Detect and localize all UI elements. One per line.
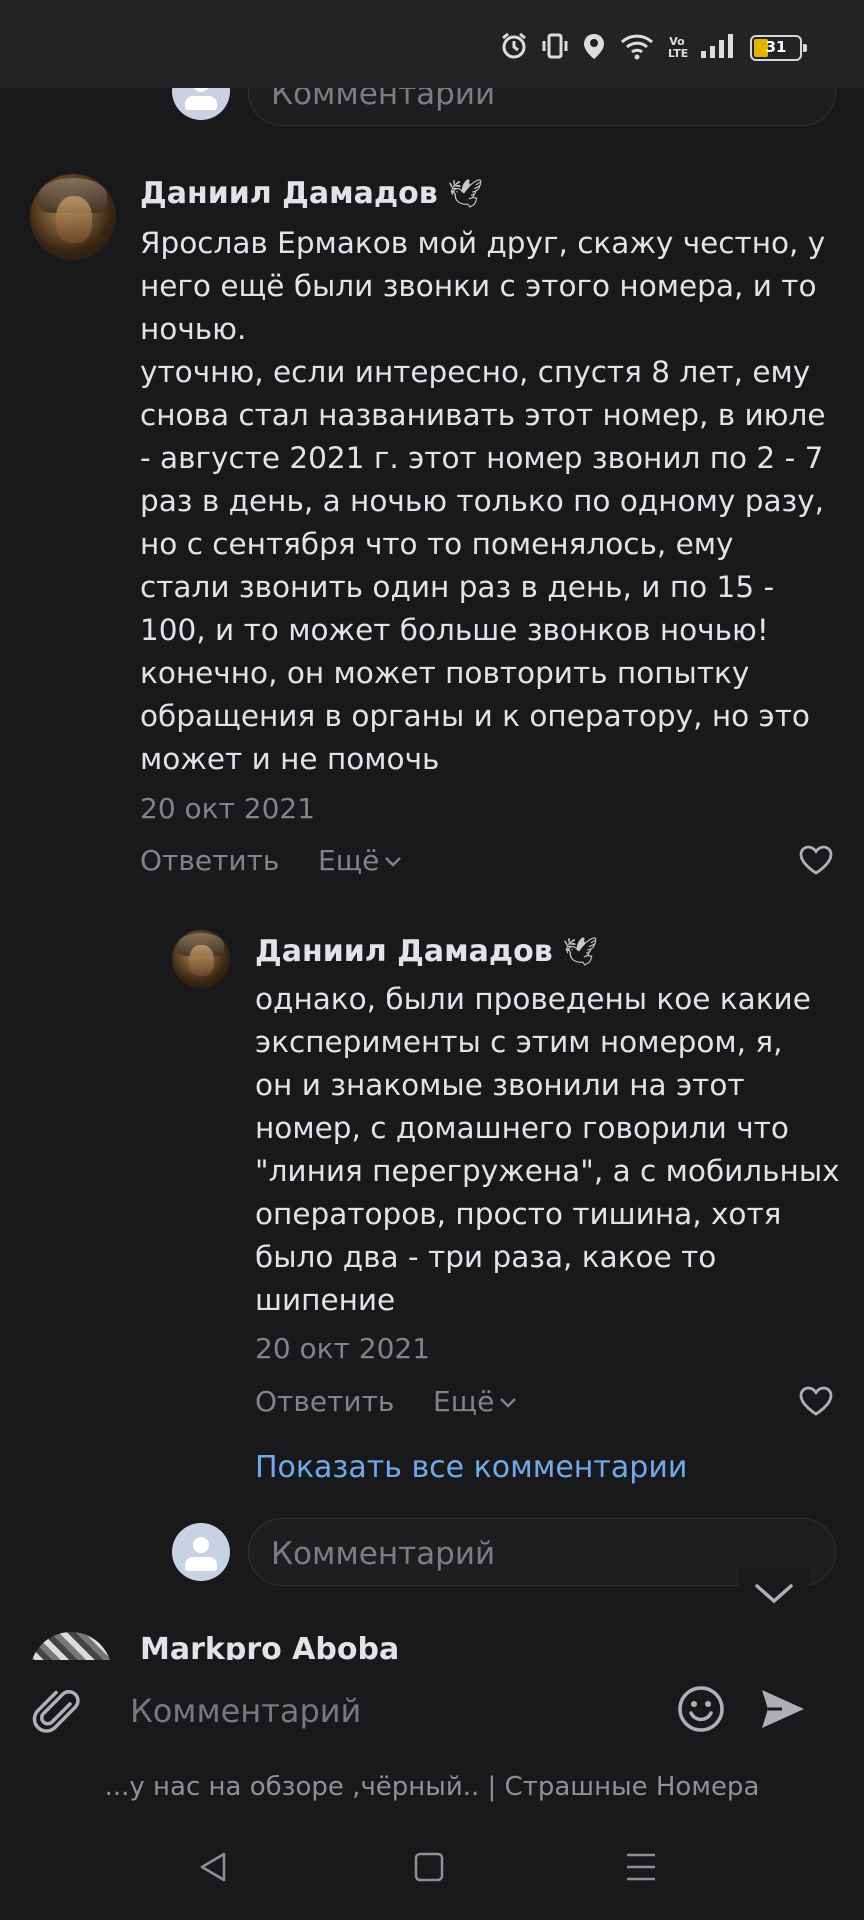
home-icon[interactable] [413,1850,445,1888]
composer-input[interactable]: Комментарий [130,1692,361,1730]
dove-icon: 🕊 [562,935,599,968]
scroll-down-button[interactable] [739,1568,809,1618]
reply-comment-placeholder: Комментарий [271,1536,496,1572]
more-label: Ещё [318,844,380,877]
status-bar: Vo LTE 31 [0,0,864,88]
show-all-comments-link[interactable]: Показать все комментарии [255,1450,687,1485]
wifi-icon [620,32,654,64]
avatar-placeholder [172,1523,230,1581]
back-icon[interactable] [196,1850,230,1888]
reply-button[interactable]: Ответить [255,1385,394,1418]
dove-icon: 🕊 [447,177,484,210]
avatar[interactable] [172,930,230,988]
chevron-down-icon [500,1397,517,1408]
more-button[interactable]: Ещё [318,844,403,877]
battery-level: 31 [765,38,787,56]
like-heart-icon[interactable] [798,1385,834,1421]
more-button[interactable]: Ещё [433,1385,518,1418]
alarm-icon [500,32,528,64]
vibrate-icon [542,32,568,64]
comment-text: Ярослав Ермаков мой друг, скажу честно, … [140,226,826,776]
comment-author[interactable]: Даниил Дамадов 🕊 [255,934,598,969]
menu-icon[interactable] [624,1850,658,1888]
comment-date: 20 окт 2021 [255,1332,431,1365]
status-icons: Vo LTE 31 [500,32,807,64]
volte-icon: Vo LTE [668,35,689,60]
paperclip-icon[interactable] [30,1684,86,1744]
reply-button[interactable]: Ответить [140,844,279,877]
avatar[interactable] [30,174,116,260]
battery-icon: 31 [750,35,807,61]
comment-date: 20 окт 2021 [140,792,316,825]
chevron-down-icon [385,856,402,867]
more-label: Ещё [433,1385,495,1418]
comment-text: однако, были проведены кое какие экспери… [255,982,840,1317]
system-nav-bar [0,1820,864,1920]
comment-author[interactable]: Даниил Дамадов 🕊 [140,176,483,211]
author-name: Даниил Дамадов [140,176,438,211]
like-heart-icon[interactable] [798,844,834,880]
author-name: Даниил Дамадов [255,934,553,969]
emoji-icon[interactable] [676,1684,726,1738]
send-icon[interactable] [758,1684,808,1738]
post-caption[interactable]: ...у нас на обзоре ,чёрный.. | Страшные … [0,1772,864,1802]
reply-input-row [172,1523,230,1581]
location-icon [582,32,606,64]
signal-icon [700,33,736,63]
